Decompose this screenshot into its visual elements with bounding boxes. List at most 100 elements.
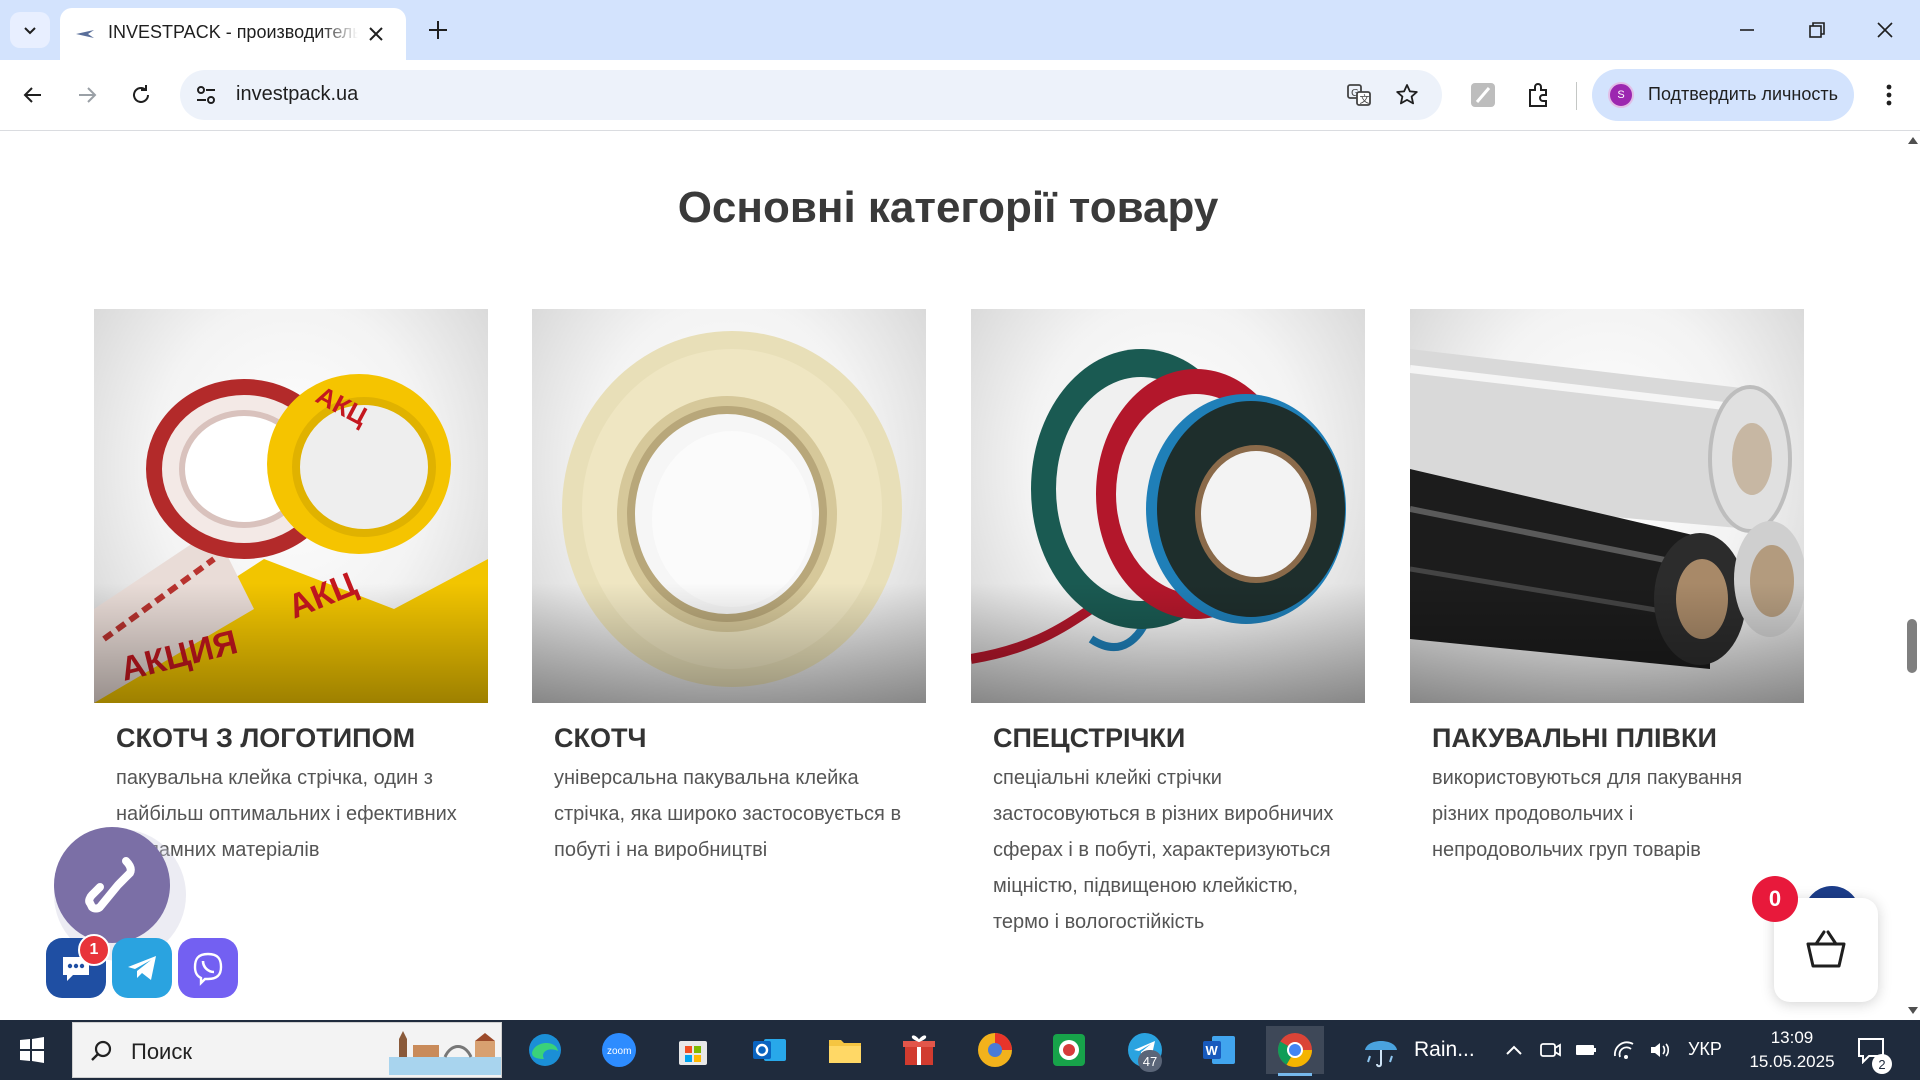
site-settings-icon[interactable] — [194, 83, 218, 107]
minimize-button[interactable] — [1724, 12, 1770, 48]
windows-taskbar: Поиск zoom 47 W Rain... УКР 13:09 15.05.… — [0, 1020, 1920, 1080]
category-card-logo-tape[interactable]: АКЦИЯ АКЦ АКЦ СКОТЧ З ЛОГОТИПОМ пакуваль… — [94, 309, 488, 868]
browser-toolbar: investpack.ua G 文 S Подтвердить личность — [0, 60, 1920, 131]
minimize-icon — [1740, 29, 1754, 31]
taskbar-gift-app[interactable] — [890, 1026, 948, 1074]
search-icon — [91, 1040, 112, 1061]
category-card-tape[interactable]: СКОТЧ універсальна пакувальна клейка стр… — [532, 309, 926, 868]
chrome-icon — [1278, 1033, 1312, 1067]
svg-text:zoom: zoom — [607, 1046, 631, 1057]
taskbar-search[interactable]: Поиск — [72, 1022, 502, 1078]
category-image[interactable] — [971, 309, 1365, 703]
viber-button[interactable] — [178, 938, 238, 998]
bookmark-star-icon[interactable] — [1394, 82, 1420, 108]
clock-date: 15.05.2025 — [1749, 1052, 1835, 1071]
viber-icon — [193, 952, 223, 986]
taskbar-yandex-browser[interactable] — [966, 1026, 1024, 1074]
address-bar[interactable]: investpack.ua G 文 — [180, 70, 1442, 120]
translate-icon[interactable]: G 文 — [1346, 82, 1372, 108]
back-button[interactable] — [16, 78, 50, 112]
wifi-icon[interactable] — [1612, 1038, 1636, 1062]
svg-text:АКЦИЯ: АКЦИЯ — [117, 623, 242, 689]
word-icon: W — [1203, 1036, 1235, 1064]
svg-text:W: W — [1206, 1043, 1219, 1058]
meet-now-icon[interactable] — [1538, 1038, 1562, 1062]
double-sided-tape-rolls-icon — [971, 349, 1346, 664]
gift-icon — [903, 1035, 935, 1065]
browser-tab-bar: INVESTPACK - производитель скотча — [0, 0, 1920, 60]
url-text[interactable]: investpack.ua — [236, 83, 358, 106]
reload-button[interactable] — [124, 78, 158, 112]
forward-arrow-icon — [79, 87, 97, 103]
call-button[interactable] — [54, 827, 170, 943]
edge-icon — [529, 1034, 561, 1066]
site-favicon-icon — [76, 30, 94, 38]
notifications-badge: 2 — [1872, 1054, 1892, 1074]
active-tab[interactable]: INVESTPACK - производитель скотча — [60, 8, 406, 60]
clear-tape-roll-icon — [562, 331, 902, 687]
close-tab-icon[interactable] — [366, 24, 386, 44]
taskbar-word[interactable]: W — [1190, 1026, 1248, 1074]
extension-feather-icon[interactable] — [1468, 80, 1498, 110]
zoom-icon: zoom — [602, 1033, 636, 1067]
reload-icon — [133, 85, 149, 103]
volume-icon[interactable] — [1648, 1038, 1672, 1062]
extensions-puzzle-icon[interactable] — [1524, 80, 1554, 110]
taskbar-photo-app[interactable] — [1040, 1026, 1098, 1074]
category-image[interactable] — [1410, 309, 1804, 703]
page-content: Основні категорії товару АКЦИЯ АКЦ АКЦ С… — [0, 131, 1904, 1020]
folder-icon — [829, 1040, 861, 1063]
search-placeholder: Поиск — [131, 1039, 192, 1064]
profile-label: Подтвердить личность — [1648, 84, 1838, 104]
input-language[interactable]: УКР — [1688, 1039, 1722, 1060]
avatar: S — [1608, 82, 1634, 108]
cart-count-badge: 0 — [1752, 876, 1798, 922]
weather-label[interactable]: Rain... — [1414, 1038, 1475, 1062]
windows-start-icon[interactable] — [18, 1036, 46, 1064]
new-tab-icon[interactable] — [424, 16, 452, 44]
stretch-film-rolls-icon — [1410, 349, 1804, 669]
section-title: Основні категорії товару — [677, 183, 1219, 232]
scroll-down-arrow-icon[interactable] — [1908, 1007, 1918, 1014]
yandex-browser-icon — [978, 1033, 1012, 1067]
taskbar-clock[interactable]: 13:09 15.05.2025 — [1742, 1026, 1842, 1074]
category-title[interactable]: СКОТЧ — [554, 723, 926, 754]
telegram-button[interactable] — [112, 938, 172, 998]
taskbar-outlook[interactable] — [740, 1026, 798, 1074]
chevron-up-icon[interactable] — [1502, 1038, 1526, 1062]
taskbar-edge[interactable] — [516, 1026, 574, 1074]
scroll-thumb[interactable] — [1907, 619, 1917, 673]
taskbar-chrome[interactable] — [1266, 1026, 1324, 1076]
category-card-special-tapes[interactable]: СПЕЦСТРІЧКИ спеціальні клейкі стрічки за… — [971, 309, 1365, 940]
page-scrollbar[interactable] — [1904, 131, 1920, 1020]
battery-icon[interactable] — [1574, 1038, 1598, 1062]
category-image[interactable] — [532, 309, 926, 703]
more-menu-icon[interactable] — [1874, 80, 1904, 110]
forward-button[interactable] — [70, 78, 104, 112]
phone-icon — [85, 857, 135, 913]
taskbar-store[interactable] — [664, 1026, 722, 1074]
category-description: спеціальні клейкі стрічки застосовуються… — [993, 767, 1334, 933]
clock-time: 13:09 — [1770, 1028, 1814, 1047]
category-image[interactable]: АКЦИЯ АКЦ АКЦ — [94, 309, 488, 703]
chat-badge: 1 — [78, 934, 110, 966]
tab-search-button[interactable] — [10, 12, 50, 48]
taskbar-file-explorer[interactable] — [816, 1026, 874, 1074]
printed-tape-rolls-icon: АКЦИЯ АКЦ АКЦ — [94, 374, 488, 703]
category-title[interactable]: СПЕЦСТРІЧКИ — [993, 723, 1365, 754]
category-card-packing-films[interactable]: ПАКУВАЛЬНІ ПЛІВКИ використовуються для п… — [1410, 309, 1804, 868]
tab-title: INVESTPACK - производитель скотча — [108, 22, 358, 42]
rain-umbrella-icon[interactable] — [1362, 1032, 1400, 1070]
category-title[interactable]: СКОТЧ З ЛОГОТИПОМ — [116, 723, 488, 754]
basket-icon — [1806, 930, 1846, 968]
taskbar-zoom[interactable]: zoom — [590, 1026, 648, 1074]
chevron-down-icon — [24, 27, 36, 35]
restore-button[interactable] — [1794, 12, 1840, 48]
telegram-unread-badge: 47 — [1138, 1050, 1162, 1072]
scroll-up-arrow-icon[interactable] — [1908, 137, 1918, 144]
telegram-icon — [128, 956, 156, 980]
category-description: використовуються для пакування різних пр… — [1432, 767, 1743, 861]
category-title[interactable]: ПАКУВАЛЬНІ ПЛІВКИ — [1432, 723, 1804, 754]
close-window-button[interactable] — [1862, 12, 1908, 48]
profile-button[interactable]: S Подтвердить личность — [1592, 69, 1854, 121]
